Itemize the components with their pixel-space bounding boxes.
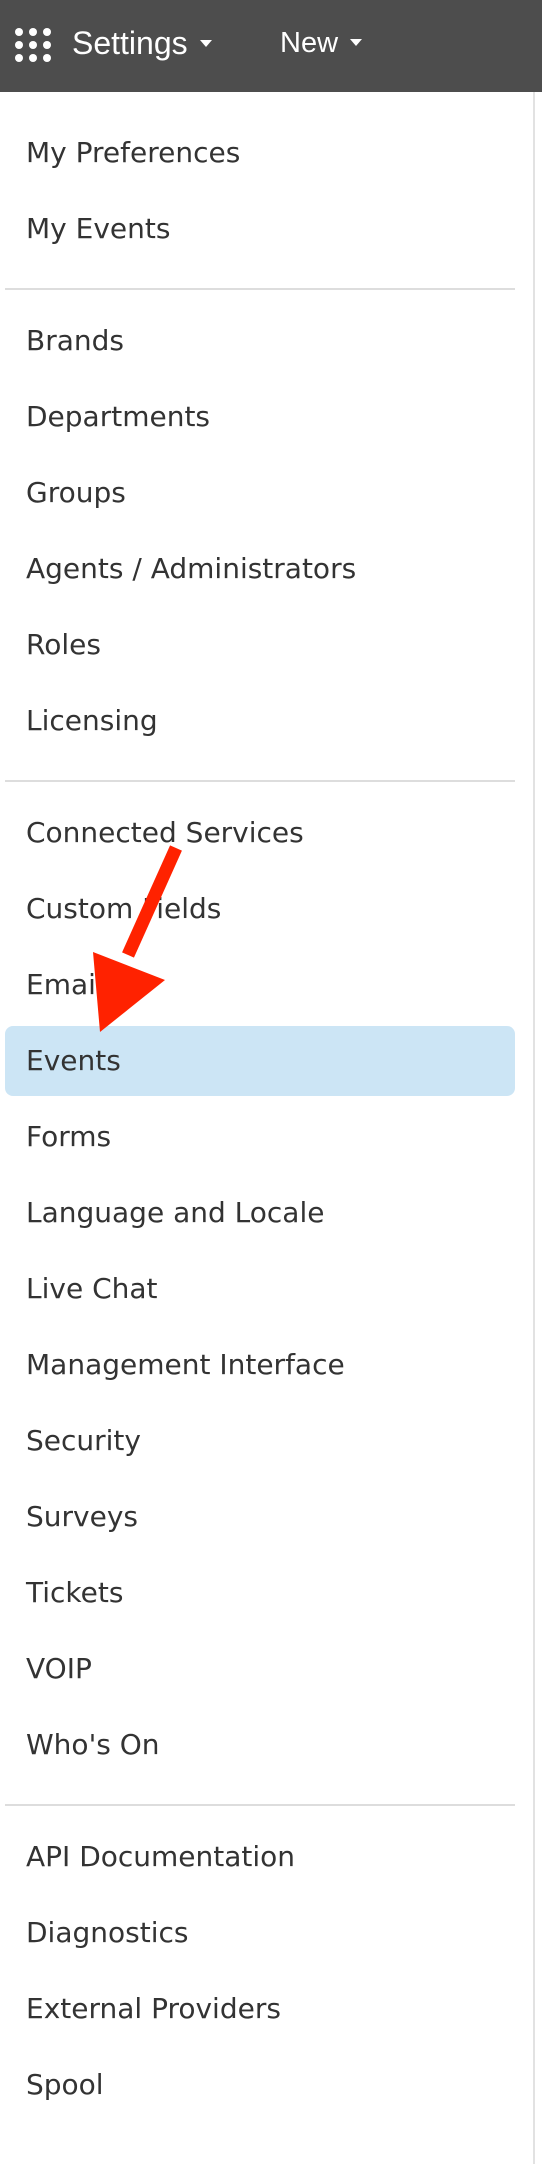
sidebar-item-forms[interactable]: Forms — [5, 1102, 515, 1172]
sidebar-item-agents-administrators[interactable]: Agents / Administrators — [5, 534, 515, 604]
top-bar: Settings New — [0, 0, 542, 92]
sidebar-border — [533, 92, 535, 2164]
sidebar-item-licensing[interactable]: Licensing — [5, 686, 515, 756]
sidebar-item-management-interface[interactable]: Management Interface — [5, 1330, 515, 1400]
new-menu[interactable]: New — [280, 0, 363, 92]
sidebar-item-external-providers[interactable]: External Providers — [5, 1974, 515, 2044]
sidebar-item-api-documentation[interactable]: API Documentation — [5, 1822, 515, 1892]
sidebar-item-brands[interactable]: Brands — [5, 306, 515, 376]
sidebar-item-my-events[interactable]: My Events — [5, 194, 515, 264]
sidebar-item-email[interactable]: Email — [5, 950, 515, 1020]
sidebar-item-diagnostics[interactable]: Diagnostics — [5, 1898, 515, 1968]
sidebar-item-events[interactable]: Events — [5, 1026, 515, 1096]
sidebar-item-live-chat[interactable]: Live Chat — [5, 1254, 515, 1324]
sidebar-item-voip[interactable]: VOIP — [5, 1634, 515, 1704]
sidebar-item-language-and-locale[interactable]: Language and Locale — [5, 1178, 515, 1248]
settings-menu[interactable]: Settings — [72, 0, 212, 92]
sidebar-item-spool[interactable]: Spool — [5, 2050, 515, 2120]
settings-menu-label: Settings — [72, 25, 188, 61]
sidebar-item-custom-fields[interactable]: Custom Fields — [5, 874, 515, 944]
sidebar-item-groups[interactable]: Groups — [5, 458, 515, 528]
sidebar-item-whos-on[interactable]: Who's On — [5, 1710, 515, 1780]
new-menu-label: New — [280, 27, 339, 59]
sidebar-item-tickets[interactable]: Tickets — [5, 1558, 515, 1628]
sidebar-divider — [5, 780, 515, 782]
chevron-down-icon — [199, 40, 212, 48]
sidebar-item-departments[interactable]: Departments — [5, 382, 515, 452]
apps-grid-icon[interactable] — [15, 28, 53, 64]
chevron-down-icon — [350, 38, 363, 46]
sidebar-item-connected-services[interactable]: Connected Services — [5, 798, 515, 868]
sidebar-divider — [5, 1804, 515, 1806]
sidebar-item-my-preferences[interactable]: My Preferences — [5, 118, 515, 188]
sidebar-item-surveys[interactable]: Surveys — [5, 1482, 515, 1552]
sidebar-item-security[interactable]: Security — [5, 1406, 515, 1476]
sidebar-item-roles[interactable]: Roles — [5, 610, 515, 680]
sidebar-divider — [5, 288, 515, 290]
